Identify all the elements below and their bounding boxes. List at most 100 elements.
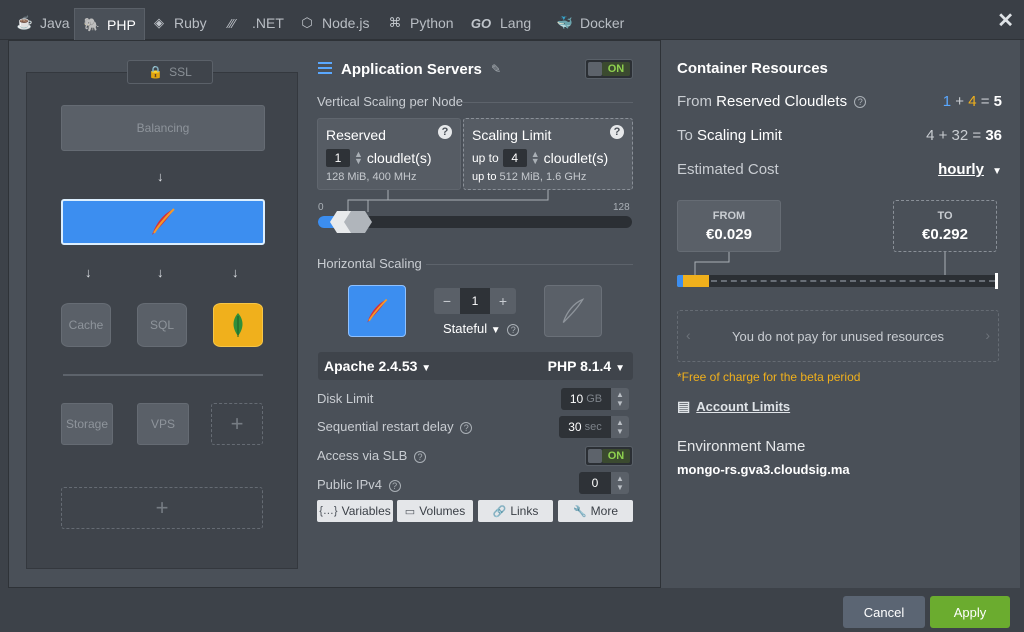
cache-node[interactable]: Cache bbox=[61, 303, 111, 347]
reserved-cloudlets-row: From Reserved Cloudlets ? bbox=[677, 93, 867, 110]
increment-button[interactable]: + bbox=[490, 288, 516, 314]
divider bbox=[426, 264, 633, 265]
tab-golang[interactable]: GO Lang bbox=[460, 6, 539, 40]
reserved-value[interactable]: 1 bbox=[326, 149, 350, 167]
tab-dotnet[interactable]: ⁄⁄⁄ .NET bbox=[210, 6, 292, 40]
tab-label: Node.js bbox=[322, 15, 370, 31]
environment-name-label: Environment Name bbox=[677, 438, 806, 455]
plus-icon: + bbox=[230, 411, 244, 436]
beta-notice: *Free of charge for the beta period bbox=[677, 370, 861, 384]
slider-max: 128 bbox=[613, 202, 630, 213]
disk-limit-input[interactable]: 10 GB ▲ ▼ bbox=[561, 388, 629, 410]
limit-expression: 4 + 32 = bbox=[926, 127, 982, 144]
decrement-button[interactable]: − bbox=[434, 288, 460, 314]
toggle-on-label: ON bbox=[602, 62, 630, 76]
apache-node-instance[interactable] bbox=[348, 285, 406, 337]
tab-java[interactable]: ☕ Java bbox=[8, 6, 78, 40]
help-icon[interactable]: ? bbox=[854, 96, 867, 109]
stepper-arrows-icon[interactable]: ▲ ▼ bbox=[531, 150, 540, 166]
node-count-value[interactable]: 1 bbox=[460, 288, 490, 314]
apache-node[interactable] bbox=[61, 199, 265, 245]
tab-php[interactable]: 🐘 PHP bbox=[74, 8, 145, 41]
restart-delay-value[interactable]: 30 bbox=[568, 420, 581, 434]
slider-min: 0 bbox=[318, 202, 324, 213]
disk-limit-value[interactable]: 10 bbox=[570, 392, 583, 406]
plus-icon: + bbox=[155, 495, 169, 520]
menu-icon[interactable] bbox=[318, 62, 332, 74]
add-node-instance[interactable] bbox=[544, 285, 602, 337]
slb-toggle[interactable]: ON bbox=[585, 446, 633, 466]
tab-label: Lang bbox=[500, 15, 532, 31]
balancing-button[interactable]: Balancing bbox=[61, 105, 265, 151]
variables-button[interactable]: {…} Variables bbox=[317, 500, 393, 522]
chevron-right-icon[interactable]: › bbox=[985, 327, 990, 343]
server-version-select[interactable]: Apache 2.4.53 ▼ bbox=[324, 358, 431, 374]
more-button[interactable]: 🔧 More bbox=[558, 500, 633, 522]
stepper-arrows-icon[interactable]: ▲ ▼ bbox=[611, 388, 629, 410]
nodejs-icon: ⬡ bbox=[301, 15, 313, 30]
tab-ruby[interactable]: ◈ Ruby bbox=[142, 6, 215, 40]
cancel-button[interactable]: Cancel bbox=[843, 596, 925, 628]
cost-from-box: FROM €0.029 bbox=[677, 200, 781, 252]
ipv4-value[interactable]: 0 bbox=[592, 476, 599, 490]
limit-value[interactable]: 4 bbox=[502, 149, 527, 167]
toggle-on-label: ON bbox=[602, 449, 630, 463]
stepper-arrows-icon[interactable]: ▲ ▼ bbox=[611, 416, 629, 438]
reserved-stepper[interactable]: 1 ▲ ▼ cloudlet(s) bbox=[326, 149, 432, 167]
edit-icon[interactable]: ✎ bbox=[491, 62, 501, 76]
add-layer-button[interactable]: + bbox=[61, 487, 263, 529]
volumes-button[interactable]: ▭ Volumes bbox=[397, 500, 473, 522]
vps-button[interactable]: VPS bbox=[137, 403, 189, 445]
links-button[interactable]: 🔗 Links bbox=[478, 500, 553, 522]
tab-label: Docker bbox=[580, 15, 625, 31]
document-icon: ▤ bbox=[677, 398, 691, 414]
chevron-left-icon[interactable]: ‹ bbox=[686, 327, 691, 343]
feather-outline-icon bbox=[562, 298, 585, 323]
ssl-toggle[interactable]: 🔒 SSL bbox=[127, 60, 213, 84]
help-icon[interactable]: ? bbox=[507, 323, 520, 336]
help-icon[interactable]: ? bbox=[413, 450, 426, 463]
storage-button[interactable]: Storage bbox=[61, 403, 113, 445]
help-icon[interactable]: ? bbox=[610, 125, 624, 139]
sql-node[interactable]: SQL bbox=[137, 303, 187, 347]
stepper-arrows-icon[interactable]: ▲ ▼ bbox=[354, 150, 363, 166]
cost-period-select[interactable]: hourly ▼ bbox=[938, 161, 1002, 178]
dynamic-count: 4 bbox=[968, 93, 977, 110]
limit-sub-value: 512 MiB, 1.6 GHz bbox=[499, 171, 587, 183]
chevron-down-icon: ▼ bbox=[421, 363, 432, 374]
node-count-stepper[interactable]: − 1 + bbox=[434, 288, 516, 314]
php-version-select[interactable]: PHP 8.1.4 ▼ bbox=[548, 358, 625, 374]
tab-label: PHP bbox=[107, 17, 136, 33]
restart-delay-input[interactable]: 30 sec ▲ ▼ bbox=[559, 416, 629, 438]
mongodb-node[interactable] bbox=[213, 303, 263, 347]
close-icon[interactable]: ✕ bbox=[997, 8, 1014, 33]
tab-label: Ruby bbox=[174, 15, 207, 31]
node-toggle[interactable]: ON bbox=[585, 59, 633, 79]
cost-period-label: hourly bbox=[938, 161, 984, 178]
apply-button[interactable]: Apply bbox=[930, 596, 1010, 628]
tab-docker[interactable]: 🐳 Docker bbox=[548, 6, 632, 40]
tab-python[interactable]: ⌘ Python bbox=[378, 6, 462, 40]
ipv4-input[interactable]: 0 ▲ ▼ bbox=[579, 472, 629, 494]
reserved-box: Reserved ? 1 ▲ ▼ cloudlet(s) 128 MiB, 400… bbox=[317, 118, 461, 190]
cost-range-reserved bbox=[677, 275, 683, 287]
add-node-button[interactable]: + bbox=[211, 403, 263, 445]
tab-nodejs[interactable]: ⬡ Node.js bbox=[290, 6, 377, 40]
help-icon[interactable]: ? bbox=[438, 125, 452, 139]
version-bar: Apache 2.4.53 ▼ PHP 8.1.4 ▼ bbox=[318, 352, 633, 380]
topology-panel: 🔒 SSL Balancing ↓ ↓ ↓ ↓ Cache SQL Storag… bbox=[18, 52, 306, 580]
limit-title: Scaling Limit bbox=[472, 127, 552, 143]
arrow-down-icon: ↓ bbox=[232, 265, 239, 280]
sql-label: SQL bbox=[149, 318, 174, 332]
help-icon[interactable]: ? bbox=[460, 421, 473, 434]
variables-label: Variables bbox=[341, 504, 391, 518]
wrench-icon: 🔧 bbox=[572, 505, 587, 518]
scaling-mode-select[interactable]: Stateful ▼ ? bbox=[443, 321, 520, 336]
environment-name-value[interactable]: mongo-rs.gva3.cloudsig.ma bbox=[677, 462, 850, 477]
limit-stepper[interactable]: up to 4 ▲ ▼ cloudlet(s) bbox=[472, 149, 608, 167]
to-label: Scaling Limit bbox=[697, 127, 783, 144]
cost-range-dash bbox=[711, 280, 995, 282]
account-limits-link[interactable]: ▤ Account Limits bbox=[677, 398, 790, 415]
stepper-arrows-icon[interactable]: ▲ ▼ bbox=[611, 472, 629, 494]
help-icon[interactable]: ? bbox=[388, 479, 401, 492]
